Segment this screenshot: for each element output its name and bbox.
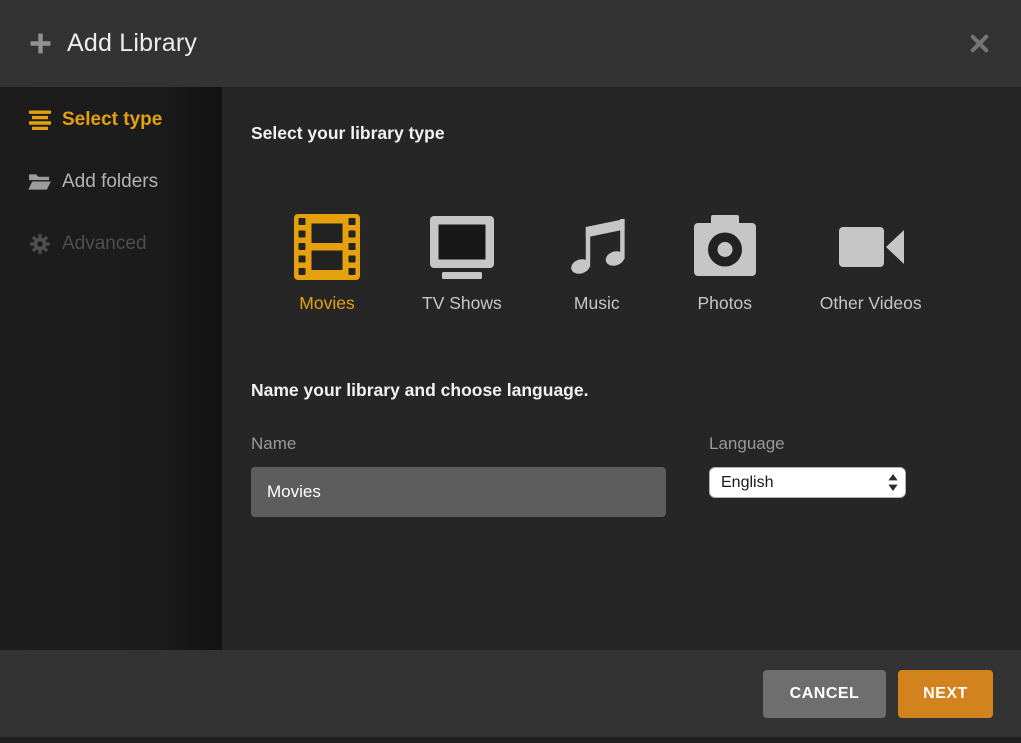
gear-icon [28, 234, 51, 254]
language-select-value: English [721, 474, 773, 492]
dialog-header: Add Library [0, 0, 1021, 87]
close-icon [969, 33, 990, 54]
sidebar-item-label: Add folders [62, 170, 158, 194]
sidebar-item-label: Select type [62, 108, 162, 132]
sidebar-item-select-type[interactable]: Select type [0, 93, 222, 147]
library-type-other-videos[interactable]: Other Videos [820, 214, 922, 314]
music-notes-icon [564, 214, 630, 280]
library-type-label: Music [574, 293, 620, 314]
background-strip [0, 737, 1021, 743]
library-type-music[interactable]: Music [564, 214, 630, 314]
select-arrows-icon [888, 474, 898, 491]
section-title-name-language: Name your library and choose language. [251, 380, 1021, 401]
library-type-movies[interactable]: Movies [294, 214, 360, 314]
list-icon [28, 110, 51, 130]
sidebar: Select type Add folders [0, 87, 222, 650]
plus-icon [29, 32, 52, 55]
dialog-title: Add Library [67, 29, 197, 58]
film-icon [294, 214, 360, 280]
section-title-library-type: Select your library type [251, 123, 1021, 144]
next-button[interactable]: NEXT [898, 670, 993, 718]
library-type-label: TV Shows [422, 293, 502, 314]
folder-icon [28, 173, 51, 191]
video-camera-icon [838, 214, 904, 280]
library-name-input[interactable] [251, 467, 666, 517]
language-select[interactable]: English [709, 467, 906, 498]
add-library-dialog: Add Library Select type [0, 0, 1021, 743]
main-panel: Select your library type [222, 87, 1021, 650]
sidebar-item-advanced[interactable]: Advanced [0, 217, 222, 271]
library-type-photos[interactable]: Photos [692, 214, 758, 314]
name-label: Name [251, 434, 666, 454]
sidebar-item-label: Advanced [62, 232, 147, 256]
library-type-tv-shows[interactable]: TV Shows [422, 214, 502, 314]
library-type-row: Movies TV Shows [294, 214, 1021, 314]
fields-row: Name Language English [251, 434, 1021, 517]
library-type-label: Other Videos [820, 293, 922, 314]
cancel-button[interactable]: CANCEL [763, 670, 886, 718]
dialog-footer: CANCEL NEXT [0, 650, 1021, 737]
close-button[interactable] [967, 32, 991, 56]
tv-icon [429, 214, 495, 280]
library-type-label: Photos [698, 293, 752, 314]
language-label: Language [709, 434, 906, 454]
camera-icon [692, 214, 758, 280]
language-field-group: Language English [709, 434, 906, 517]
name-field-group: Name [251, 434, 666, 517]
sidebar-item-add-folders[interactable]: Add folders [0, 155, 222, 209]
library-type-label: Movies [299, 293, 354, 314]
